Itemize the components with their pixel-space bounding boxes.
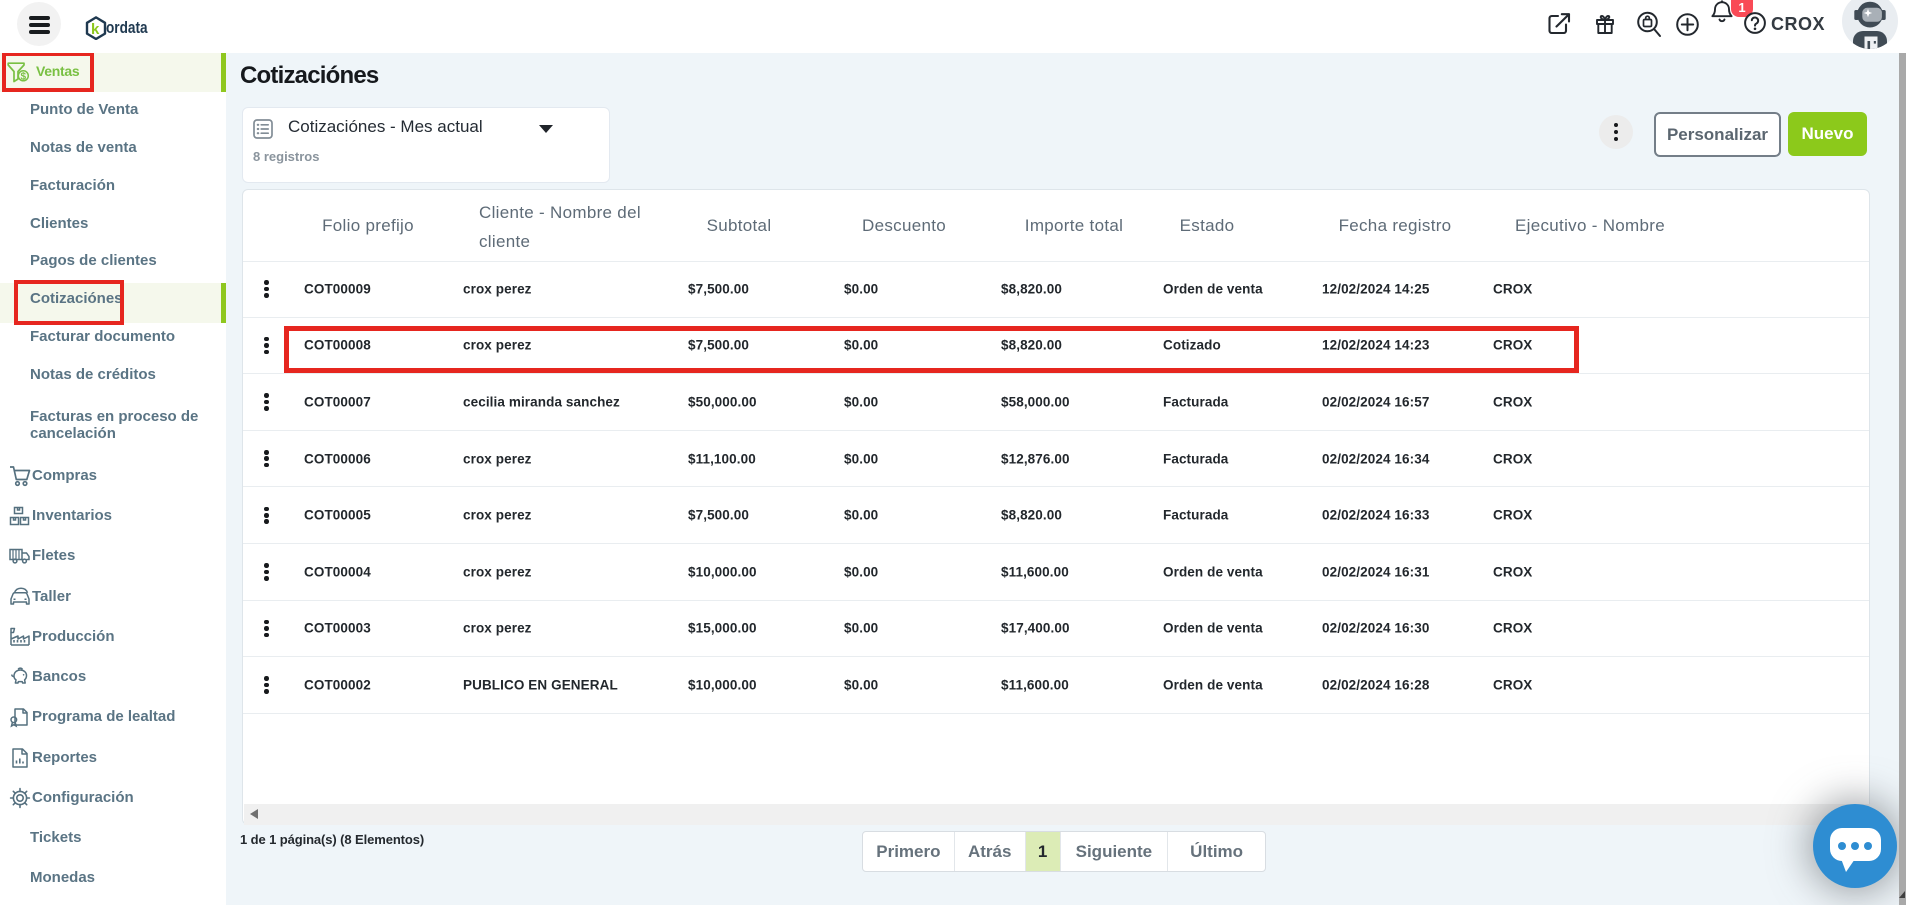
svg-text:k: k (91, 21, 100, 38)
